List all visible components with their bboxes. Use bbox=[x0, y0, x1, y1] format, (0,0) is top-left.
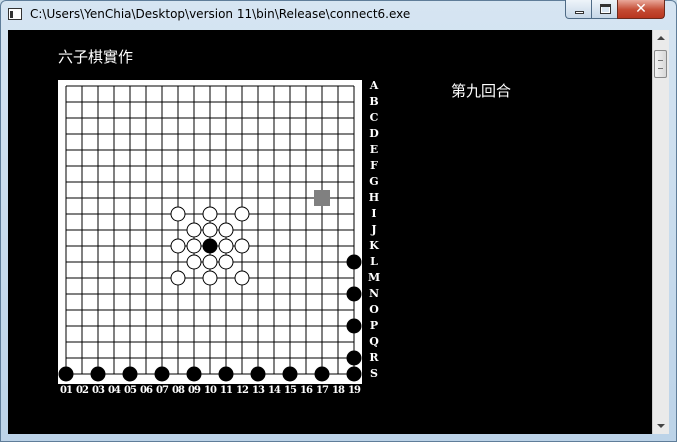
minimize-button[interactable] bbox=[565, 0, 592, 19]
black-stone bbox=[282, 366, 298, 382]
col-label: 07 bbox=[156, 385, 169, 396]
row-label: F bbox=[370, 159, 378, 172]
app-title: 六子棋實作 bbox=[58, 48, 134, 66]
white-stone bbox=[218, 254, 234, 270]
vertical-scrollbar[interactable] bbox=[652, 30, 669, 434]
col-label: 13 bbox=[252, 385, 265, 396]
scroll-down-arrow-icon[interactable] bbox=[653, 418, 669, 434]
white-stone bbox=[218, 238, 234, 254]
white-stone bbox=[186, 254, 202, 270]
row-label: Q bbox=[369, 335, 379, 348]
white-stone bbox=[202, 254, 218, 270]
black-stone bbox=[346, 350, 362, 366]
row-label: D bbox=[369, 127, 379, 140]
window-title: C:\Users\YenChia\Desktop\version 11\bin\… bbox=[30, 7, 411, 21]
black-stone bbox=[202, 238, 218, 254]
row-label: H bbox=[368, 191, 380, 204]
col-label: 12 bbox=[236, 385, 249, 396]
row-label: B bbox=[369, 95, 379, 108]
close-button[interactable]: ✕ bbox=[617, 0, 665, 19]
white-stone bbox=[234, 206, 250, 222]
white-stone bbox=[218, 222, 234, 238]
scroll-up-arrow-icon[interactable] bbox=[653, 30, 669, 46]
row-label: P bbox=[369, 319, 379, 332]
title-bar[interactable]: C:\Users\YenChia\Desktop\version 11\bin\… bbox=[0, 0, 677, 30]
black-stone bbox=[346, 318, 362, 334]
row-label: R bbox=[369, 351, 379, 364]
black-stone bbox=[90, 366, 106, 382]
col-label: 17 bbox=[316, 385, 329, 396]
game-board[interactable] bbox=[58, 80, 362, 384]
row-label: O bbox=[369, 303, 379, 316]
minimize-icon bbox=[575, 11, 584, 14]
row-label: G bbox=[369, 175, 379, 188]
white-stone bbox=[234, 238, 250, 254]
row-label: J bbox=[371, 223, 377, 236]
col-label: 11 bbox=[220, 385, 233, 396]
maximize-button[interactable] bbox=[591, 0, 618, 19]
col-label: 01 bbox=[60, 385, 73, 396]
close-icon: ✕ bbox=[635, 1, 647, 17]
round-indicator: 第九回合 bbox=[451, 82, 512, 100]
console-app-icon bbox=[8, 8, 22, 20]
white-stone bbox=[234, 270, 250, 286]
row-label: L bbox=[370, 255, 378, 268]
scroll-thumb[interactable] bbox=[654, 50, 667, 78]
row-label: E bbox=[369, 143, 379, 156]
col-label: 03 bbox=[92, 385, 105, 396]
col-label: 05 bbox=[124, 385, 137, 396]
white-stone bbox=[170, 206, 186, 222]
col-label: 04 bbox=[108, 385, 121, 396]
col-label: 09 bbox=[188, 385, 201, 396]
black-stone bbox=[218, 366, 234, 382]
col-label: 19 bbox=[348, 385, 361, 396]
col-label: 15 bbox=[284, 385, 297, 396]
row-label: S bbox=[370, 367, 378, 380]
cursor-marker bbox=[314, 190, 330, 206]
col-label: 06 bbox=[140, 385, 153, 396]
white-stone bbox=[186, 222, 202, 238]
white-stone bbox=[186, 238, 202, 254]
black-stone bbox=[250, 366, 266, 382]
black-stone bbox=[186, 366, 202, 382]
col-label: 18 bbox=[332, 385, 345, 396]
white-stone bbox=[202, 222, 218, 238]
col-label: 14 bbox=[268, 385, 281, 396]
black-stone bbox=[122, 366, 138, 382]
console-window: C:\Users\YenChia\Desktop\version 11\bin\… bbox=[0, 0, 677, 442]
col-label: 02 bbox=[76, 385, 89, 396]
white-stone bbox=[202, 206, 218, 222]
white-stone bbox=[202, 270, 218, 286]
row-label: A bbox=[369, 79, 379, 92]
black-stone bbox=[314, 366, 330, 382]
black-stone bbox=[346, 366, 362, 382]
row-label: N bbox=[368, 287, 380, 300]
maximize-icon bbox=[600, 4, 611, 14]
row-label: K bbox=[369, 239, 379, 252]
white-stone bbox=[170, 270, 186, 286]
console-area[interactable]: 六子棋實作 第九回合 ABCDEFGHIJKLMNOPQRS 01 02 03 04 0… bbox=[8, 30, 652, 434]
col-label: 08 bbox=[172, 385, 185, 396]
row-label: I bbox=[371, 207, 377, 220]
black-stone bbox=[154, 366, 170, 382]
board-svg bbox=[58, 85, 362, 382]
col-label: 10 bbox=[204, 385, 217, 396]
white-stone bbox=[170, 238, 186, 254]
black-stone bbox=[346, 286, 362, 302]
col-label: 16 bbox=[300, 385, 313, 396]
black-stone bbox=[346, 254, 362, 270]
row-label: M bbox=[368, 271, 381, 284]
row-label: C bbox=[369, 111, 379, 124]
black-stone bbox=[58, 366, 74, 382]
